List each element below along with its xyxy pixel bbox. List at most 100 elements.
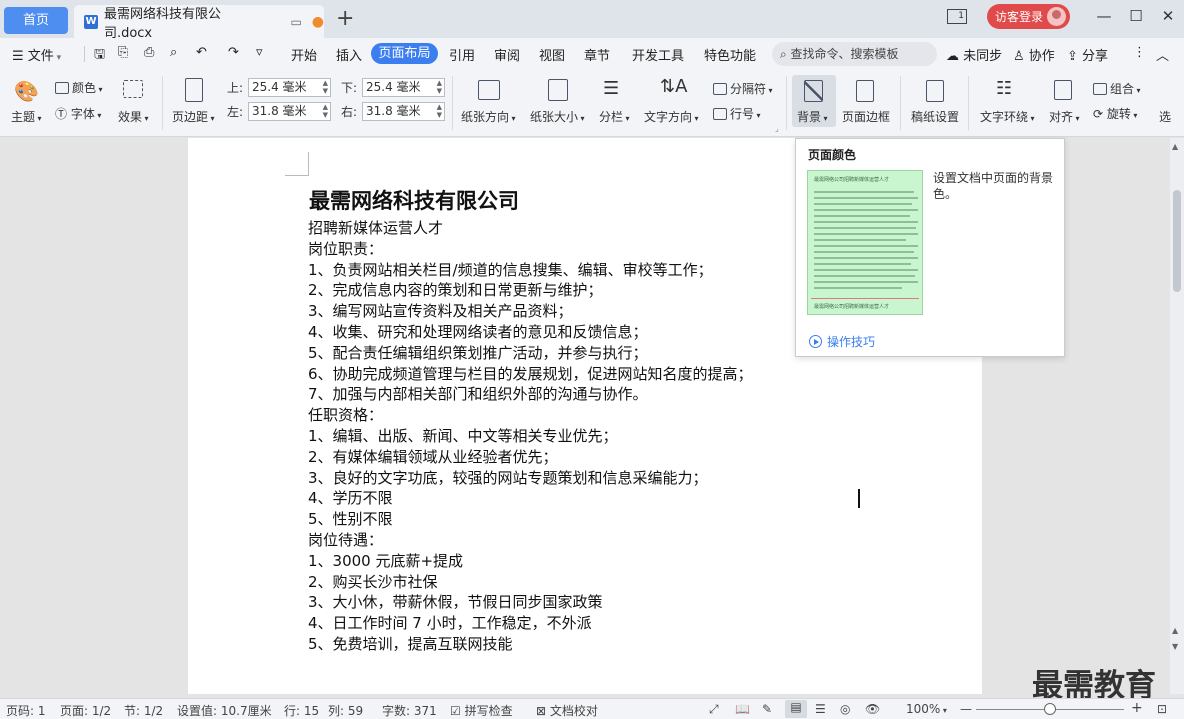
- share-button[interactable]: ⇪ 分享: [1067, 45, 1108, 64]
- command-search-input[interactable]: ⌕ 查找命令、搜索模板: [772, 42, 937, 66]
- guest-login-button[interactable]: 访客登录: [986, 3, 1070, 29]
- web-view-icon[interactable]: ◎: [840, 702, 850, 716]
- status-row[interactable]: 行: 15: [284, 702, 319, 719]
- manuscript-button[interactable]: 稿纸设置: [911, 108, 959, 125]
- edit-mode-icon[interactable]: ✎: [762, 702, 772, 716]
- margin-corner-mark: [285, 152, 309, 176]
- scroll-down-page-icon[interactable]: ▼: [1172, 642, 1178, 651]
- collapse-ribbon-icon[interactable]: ︿: [1156, 45, 1169, 64]
- line-number-button[interactable]: 行号 ▾: [713, 105, 761, 122]
- maximize-button[interactable]: ☐: [1120, 7, 1152, 25]
- more-options-icon[interactable]: ⋮: [1133, 45, 1146, 60]
- spell-check-button[interactable]: ☑ 拼写检查: [450, 702, 513, 719]
- select-button[interactable]: 选: [1159, 108, 1171, 125]
- scroll-up-icon[interactable]: ▲: [1172, 142, 1178, 151]
- outline-view-icon[interactable]: ☰: [815, 702, 826, 716]
- scroll-thumb[interactable]: [1173, 190, 1181, 292]
- effect-label: 效果: [118, 110, 143, 124]
- text-direction-label: 文字方向: [644, 110, 693, 124]
- menu-tab-review[interactable]: 审阅: [494, 45, 520, 64]
- collab-button[interactable]: ♙ 协作: [1013, 45, 1055, 64]
- status-page-code[interactable]: 页码: 1: [6, 702, 46, 719]
- minimize-button[interactable]: —: [1088, 7, 1120, 25]
- zoom-slider-knob[interactable]: [1044, 703, 1056, 715]
- tips-link[interactable]: 操作技巧: [809, 333, 875, 350]
- print-preview-icon[interactable]: ⌕: [170, 45, 177, 60]
- doc-line: 岗位待遇：: [308, 530, 384, 549]
- file-menu[interactable]: ☰ 文件 ▾: [12, 45, 61, 64]
- proofread-button[interactable]: ⊠ 文档校对: [536, 702, 598, 719]
- doc-line: 2、有媒体编辑领域从业经验者优先；: [308, 447, 558, 466]
- status-word-count[interactable]: 字数: 371: [382, 702, 437, 719]
- margins-button[interactable]: 页边距 ▾: [172, 108, 215, 125]
- preview-line: [814, 191, 914, 193]
- theme-button[interactable]: 主题 ▾: [11, 108, 42, 125]
- redo-icon[interactable]: ↷: [228, 45, 239, 60]
- menu-tab-chapter[interactable]: 章节: [584, 45, 610, 64]
- status-section[interactable]: 节: 1/2: [124, 702, 163, 719]
- scroll-up-page-icon[interactable]: ▲: [1172, 626, 1178, 635]
- page-color-preview-image: 最需网络公司招聘新媒体运营人才 最需网络公司招聘新媒体运营人才: [807, 170, 923, 315]
- spinner-icon[interactable]: ▲ ▼: [323, 79, 328, 95]
- export-pdf-icon[interactable]: ⎘: [118, 45, 128, 60]
- print-icon[interactable]: ⎙: [144, 45, 154, 60]
- menu-tab-features[interactable]: 特色功能: [704, 45, 756, 64]
- status-column[interactable]: 列: 59: [328, 702, 363, 719]
- text-wrap-button[interactable]: 文字环绕 ▾: [980, 108, 1035, 125]
- reading-mode-icon[interactable]: 📖: [735, 702, 750, 716]
- group-button[interactable]: 组合 ▾: [1093, 80, 1141, 97]
- tab-home[interactable]: 首页: [4, 7, 68, 34]
- save-icon[interactable]: 🖫: [94, 45, 105, 67]
- zoom-dropdown[interactable]: 100% ▾: [906, 702, 947, 716]
- status-setting-value[interactable]: 设置值: 10.7厘米: [177, 702, 272, 719]
- menu-tab-page-layout[interactable]: 页面布局: [371, 43, 438, 64]
- columns-button[interactable]: 分栏 ▾: [599, 108, 630, 125]
- page-setup-dialog-icon[interactable]: ⌟: [775, 124, 779, 133]
- effect-button[interactable]: 效果 ▾: [118, 108, 149, 125]
- undo-icon[interactable]: ↶: [196, 45, 207, 60]
- background-button[interactable]: 背景 ▾: [797, 108, 828, 125]
- menu-tab-insert[interactable]: 插入: [336, 45, 362, 64]
- bottom-margin-input[interactable]: 25.4 毫米 ▲ ▼: [362, 78, 445, 97]
- zoom-out-button[interactable]: —: [960, 702, 972, 716]
- align-button[interactable]: 对齐 ▾: [1049, 108, 1080, 125]
- color-button[interactable]: 颜色 ▾: [55, 79, 103, 96]
- new-tab-plus-icon[interactable]: +: [336, 6, 354, 31]
- line-number-icon: [713, 108, 727, 120]
- menu-tab-view[interactable]: 视图: [539, 45, 565, 64]
- spinner-icon[interactable]: ▲ ▼: [323, 103, 328, 119]
- fullscreen-icon[interactable]: ⤢: [709, 702, 719, 717]
- page-border-button[interactable]: 页面边框: [842, 108, 890, 125]
- top-margin-input[interactable]: 25.4 毫米 ▲ ▼: [248, 78, 331, 97]
- fit-window-icon[interactable]: ⊡: [1157, 702, 1167, 716]
- spinner-icon[interactable]: ▲ ▼: [437, 79, 442, 95]
- tab-document[interactable]: W 最需网络科技有限公司.docx ▭ ●: [74, 5, 324, 41]
- status-pages[interactable]: 页面: 1/2: [60, 702, 111, 719]
- text-direction-button[interactable]: 文字方向 ▾: [644, 108, 699, 125]
- left-margin-input[interactable]: 31.8 毫米 ▲ ▼: [248, 102, 331, 121]
- right-margin-input[interactable]: 31.8 毫米 ▲ ▼: [362, 102, 445, 121]
- rotate-button[interactable]: ⟳ 旋转 ▾: [1093, 105, 1137, 122]
- preview-footer: 最需网络公司招聘新媒体运营人才: [814, 304, 890, 310]
- paper-size-button[interactable]: 纸张大小 ▾: [530, 108, 585, 125]
- chevron-down-icon: ▾: [821, 114, 828, 123]
- orientation-button[interactable]: 纸张方向 ▾: [461, 108, 516, 125]
- font-button[interactable]: Ⓣ 字体 ▾: [55, 105, 101, 122]
- sync-button[interactable]: ☁ 未同步: [946, 45, 1002, 64]
- eye-protection-icon[interactable]: 👁: [865, 702, 880, 716]
- quick-access-more-icon[interactable]: ▿: [256, 45, 263, 60]
- menu-tab-start[interactable]: 开始: [291, 45, 317, 64]
- menu-tab-developer[interactable]: 开发工具: [632, 45, 684, 64]
- zoom-in-button[interactable]: +: [1131, 700, 1143, 716]
- preview-line: [814, 209, 918, 211]
- guest-login-label: 访客登录: [994, 9, 1043, 24]
- vertical-scrollbar[interactable]: ▲ ▲ ▼: [1170, 138, 1184, 694]
- doc-line: 岗位职责：: [308, 239, 384, 258]
- close-button[interactable]: ✕: [1152, 7, 1184, 25]
- spinner-icon[interactable]: ▲ ▼: [437, 103, 442, 119]
- page-view-icon[interactable]: ▤: [785, 700, 807, 718]
- tab-preview-icon[interactable]: ▭: [290, 15, 301, 29]
- page-indicator-icon[interactable]: 1: [946, 8, 967, 24]
- separator-button[interactable]: 分隔符 ▾: [713, 80, 773, 97]
- menu-tab-reference[interactable]: 引用: [449, 45, 475, 64]
